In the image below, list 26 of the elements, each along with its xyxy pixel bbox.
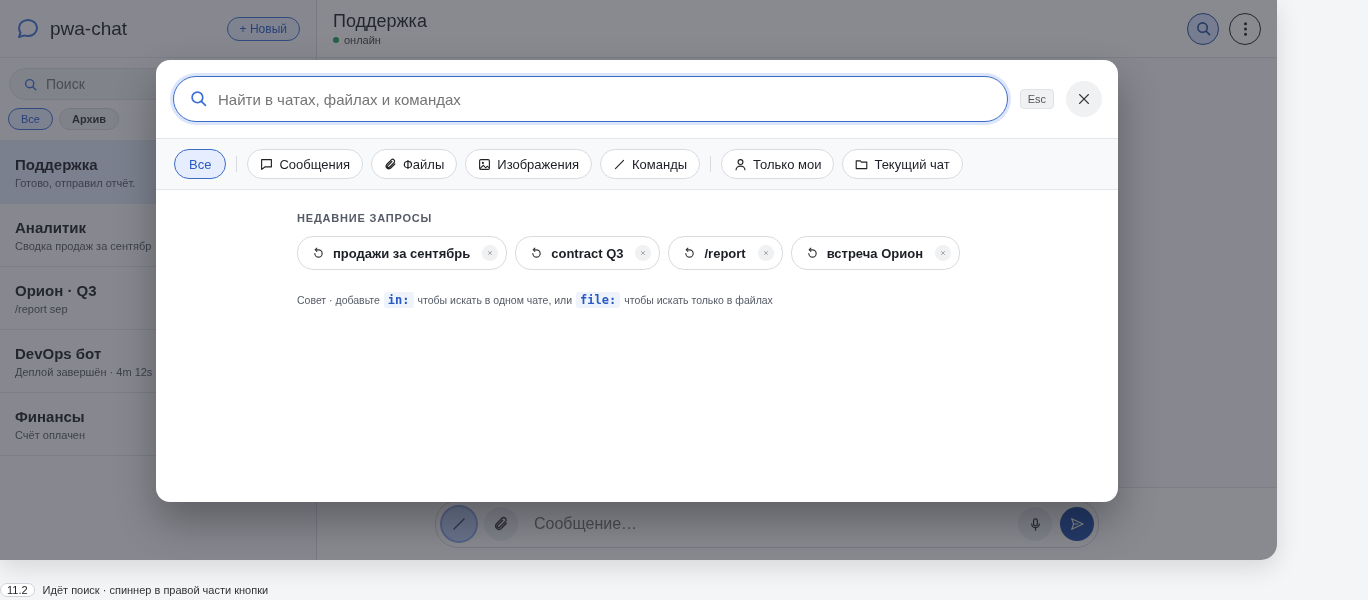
chat-name: Аналитик [15,218,87,236]
chat-preview: Счёт оплачен [15,428,86,441]
tip-text: Совет · добавьте [297,294,380,306]
code-token: in: [383,292,414,308]
chat-preview: Деплой завершён · 4m 12s [15,365,153,378]
query-text: встреча Орион [826,245,923,261]
tip-text: чтобы искать в одном чате, или [417,294,573,306]
step-badge: 11.2 [0,583,35,597]
esc-key-hint: Esc [1019,89,1054,109]
chat-name: Орион · Q3 [15,281,97,299]
chat-preview: Сводка продаж за сентябр [15,239,152,252]
query-text: /report [704,245,746,261]
chat-preview: Готово, отправил отчёт. [15,176,136,189]
chat-title: Поддержка [333,11,428,32]
caption-text: Идёт поиск · спиннер в правой части кнопки [42,584,269,596]
query-text: продажи за сентябрь [333,245,471,261]
chat-preview: /report sep [15,302,68,315]
section-heading: НЕДАВНИЕ ЗАПРОСЫ [297,212,433,224]
chat-name: DevOps бот [15,344,102,362]
app-name: pwa-chat [50,17,129,40]
chat-name: Финансы [15,407,85,425]
query-text: contract Q3 [551,245,624,261]
tip-text: чтобы искать только в файлах [624,294,773,306]
code-token: file: [576,292,621,308]
status-text: онлайн [344,34,381,46]
chat-name: Поддержка [15,155,98,173]
